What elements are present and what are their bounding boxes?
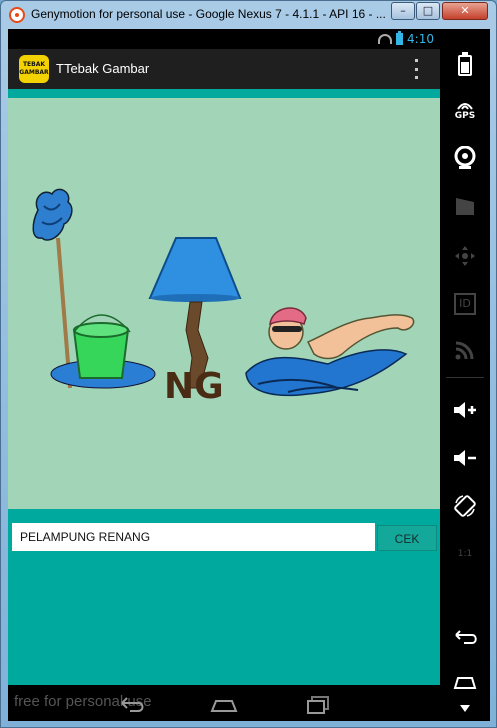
device-screen: 4:10 TEBAK GAMBAR TTebak Gambar NG PELAM… [8, 29, 490, 721]
cek-button[interactable]: CEK [377, 525, 437, 551]
app-title: TTebak Gambar [56, 61, 150, 76]
window-titlebar[interactable]: Genymotion for personal use - Google Nex… [1, 1, 497, 29]
back-icon[interactable] [450, 621, 480, 651]
app-logo[interactable]: TEBAK GAMBAR [19, 55, 49, 83]
lamp-caption: NG [164, 366, 224, 407]
minimize-button[interactable]: – [391, 2, 415, 20]
rotate-icon[interactable] [450, 491, 480, 521]
nav-back-icon[interactable] [116, 691, 148, 715]
android-status-bar: 4:10 [8, 29, 440, 49]
nav-home-icon[interactable] [208, 691, 240, 715]
app-logo-line2: GAMBAR [19, 69, 49, 76]
webcam-icon[interactable] [450, 143, 480, 173]
dpad-icon [450, 241, 480, 271]
gps-label: GPS [454, 111, 476, 121]
action-bar: TEBAK GAMBAR TTebak Gambar [8, 49, 440, 89]
battery-status-icon [396, 31, 404, 45]
home-icon[interactable] [450, 669, 480, 699]
wifi-icon [378, 34, 393, 44]
status-icons: 4:10 [378, 31, 434, 46]
close-button[interactable]: ✕ [442, 2, 488, 20]
app-content: NG CEK [8, 89, 440, 685]
answer-input[interactable] [12, 523, 375, 551]
menu-icon[interactable] [450, 701, 480, 717]
battery-icon[interactable] [450, 49, 480, 79]
puzzle-image-panel: NG [8, 98, 440, 509]
video-icon [450, 191, 480, 221]
lamp-picture: NG [148, 237, 242, 407]
app-logo-line1: TEBAK [22, 61, 46, 68]
scale-label: 1:1 [457, 549, 473, 559]
maximize-button[interactable]: □ [416, 2, 440, 20]
side-separator [446, 377, 484, 378]
puzzle-image: NG [32, 188, 415, 407]
genymotion-side-panel: GPS ID 1:1 [440, 29, 490, 721]
swimmer-picture [245, 307, 415, 397]
genymotion-logo-icon [9, 7, 25, 23]
volume-down-icon[interactable] [450, 443, 480, 473]
window-title: Genymotion for personal use - Google Nex… [31, 7, 386, 21]
android-nav-bar: free for personal use [8, 685, 440, 721]
volume-up-icon[interactable] [450, 395, 480, 425]
overflow-menu-icon[interactable] [413, 59, 419, 79]
gps-icon[interactable]: GPS [450, 95, 480, 125]
mop-picture [32, 188, 73, 389]
id-icon: ID [450, 289, 480, 319]
status-time: 4:10 [407, 32, 434, 46]
emulator-window: Genymotion for personal use - Google Nex… [0, 0, 497, 728]
nav-recent-icon[interactable] [302, 691, 334, 715]
scale-icon: 1:1 [450, 539, 480, 569]
id-label: ID [454, 293, 476, 315]
broadcast-icon [450, 335, 480, 365]
